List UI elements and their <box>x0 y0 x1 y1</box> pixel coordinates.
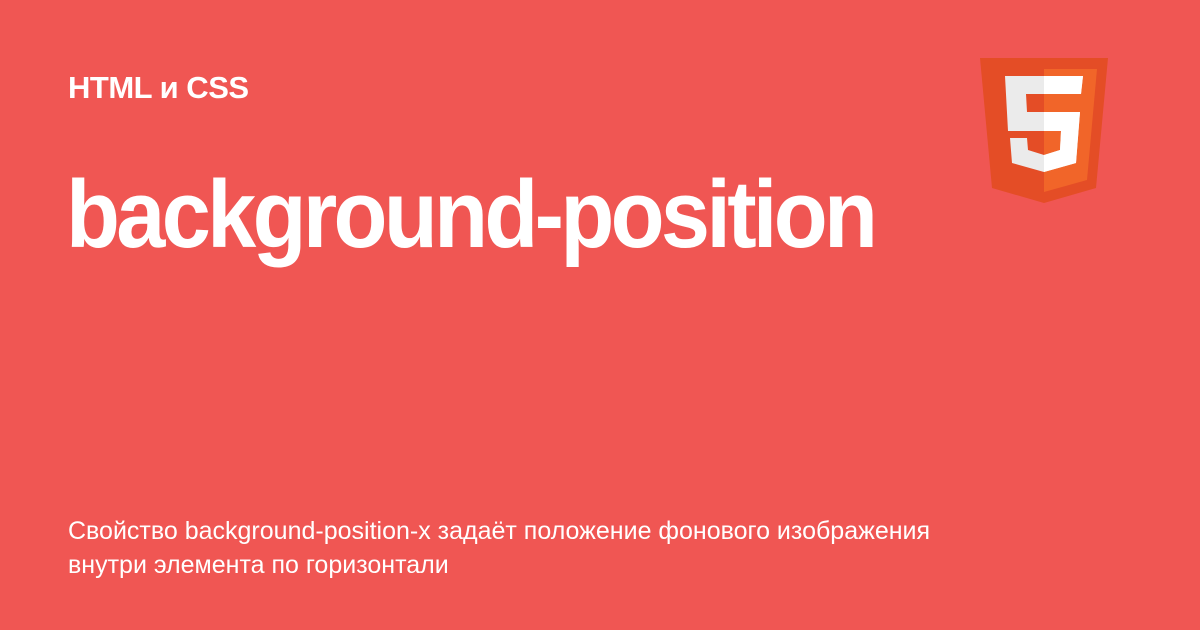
category-label: HTML и CSS <box>68 70 249 105</box>
description: Свойство background-position-x задаёт по… <box>68 517 931 579</box>
html5-logo-icon <box>980 58 1108 203</box>
page-title: background-position <box>66 161 878 268</box>
title-container: background-position <box>66 155 888 275</box>
